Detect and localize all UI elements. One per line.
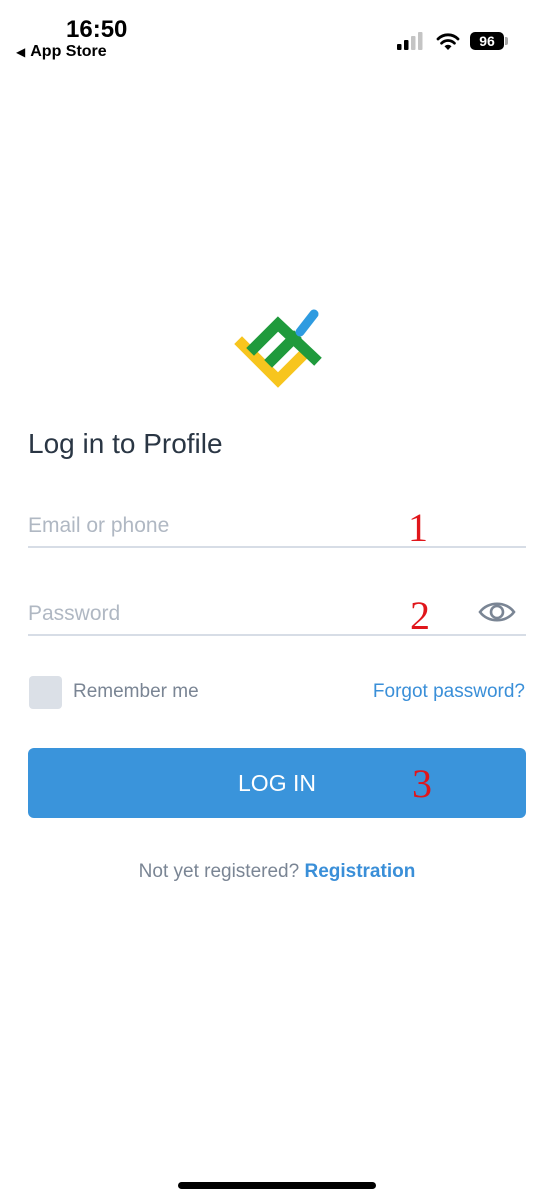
back-to-app-store[interactable]: ◀ App Store (16, 43, 107, 61)
login-screen: 16:50 ◀ App Store 96 Log in to Profile 1 (0, 0, 554, 1200)
email-field (28, 506, 526, 548)
battery-nub (505, 37, 508, 45)
registration-link[interactable]: Registration (304, 861, 415, 882)
register-prompt: Not yet registered? (138, 861, 300, 882)
page-title: Log in to Profile (28, 428, 223, 459)
forgot-password-link[interactable]: Forgot password? (373, 681, 525, 703)
home-indicator[interactable] (178, 1182, 376, 1189)
remember-label: Remember me (73, 681, 199, 702)
battery-icon: 96 (470, 32, 504, 50)
wifi-icon (436, 33, 460, 50)
register-prompt-line: Not yet registered? Registration (0, 861, 554, 883)
status-time: 16:50 (66, 16, 128, 43)
brand-logo (234, 309, 322, 388)
password-input[interactable] (28, 594, 468, 634)
password-field (28, 594, 526, 636)
annotation-1: 1 (408, 505, 428, 550)
back-label: App Store (30, 43, 107, 60)
remember-checkbox[interactable] (29, 676, 62, 709)
email-input[interactable] (28, 506, 468, 546)
battery-level: 96 (479, 33, 495, 49)
eye-icon[interactable] (478, 598, 516, 626)
login-button-label: LOG IN (238, 769, 316, 796)
signal-icon (397, 32, 423, 50)
annotation-2: 2 (410, 593, 430, 638)
annotation-3: 3 (412, 761, 432, 806)
back-arrow-icon: ◀ (16, 45, 26, 59)
login-button[interactable]: LOG IN (28, 748, 526, 818)
